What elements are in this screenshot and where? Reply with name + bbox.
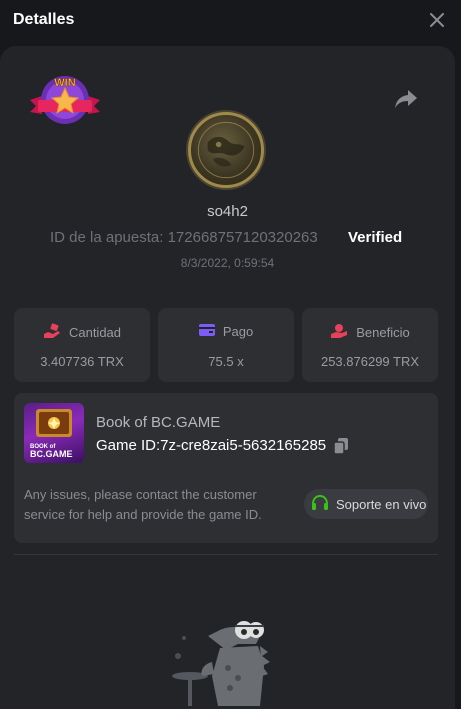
stat-label: Beneficio [356,325,410,340]
avatar [188,112,264,188]
details-panel: WIN so4h2 ID de la apuesta: 172668757120… [0,46,455,709]
game-name[interactable]: Book of BC.GAME [96,414,220,431]
headset-icon [310,493,330,516]
stat-value: 75.5 x [208,354,244,369]
copy-icon[interactable] [333,437,349,455]
live-support-label: Soporte en vivo [336,496,427,512]
game-thumbnail[interactable]: BOOK of BC.GAME [24,403,84,463]
close-icon[interactable] [427,10,447,30]
bet-datetime: 8/3/2022, 0:59:54 [180,256,275,270]
stat-label: Cantidad [68,325,122,340]
share-icon[interactable] [394,88,418,110]
crocodile-mascot-image [168,616,278,709]
verified-link[interactable]: Verified [348,229,402,246]
bet-id: ID de la apuesta: 172668757120320263 [50,229,318,246]
game-id: Game ID:7z-cre8zai5-5632165285 [96,437,327,454]
profit-hand-icon [330,323,348,342]
game-card: BOOK of BC.GAME Book of BC.GAME Game ID:… [14,393,438,543]
stat-label: Pago [222,324,254,339]
stat-value: 3.407736 TRX [40,354,124,369]
live-support-button[interactable]: Soporte en vivo [304,489,428,519]
issue-message: Any issues, please contact the customer … [24,487,262,522]
hand-money-icon [43,323,61,342]
wallet-icon [198,323,215,340]
game-id-row: Game ID:7z-cre8zai5-5632165285 [96,437,349,455]
bet-stats: Cantidad 3.407736 TRX Pago 75.5 x Benefi… [14,308,438,382]
divider [14,554,438,555]
username: so4h2 [207,203,248,220]
win-badge: WIN [28,72,102,128]
stat-payout: Pago 75.5 x [158,308,294,382]
details-header: Detalles [0,0,461,40]
page-title: Detalles [13,11,75,28]
thumb-brand: BC.GAME [30,449,73,459]
stat-value: 253.876299 TRX [320,354,420,369]
stat-amount: Cantidad 3.407736 TRX [14,308,150,382]
stat-profit: Beneficio 253.876299 TRX [302,308,438,382]
bet-id-row: ID de la apuesta: 172668757120320263 Ver… [0,229,455,249]
win-badge-text: WIN [54,77,75,89]
